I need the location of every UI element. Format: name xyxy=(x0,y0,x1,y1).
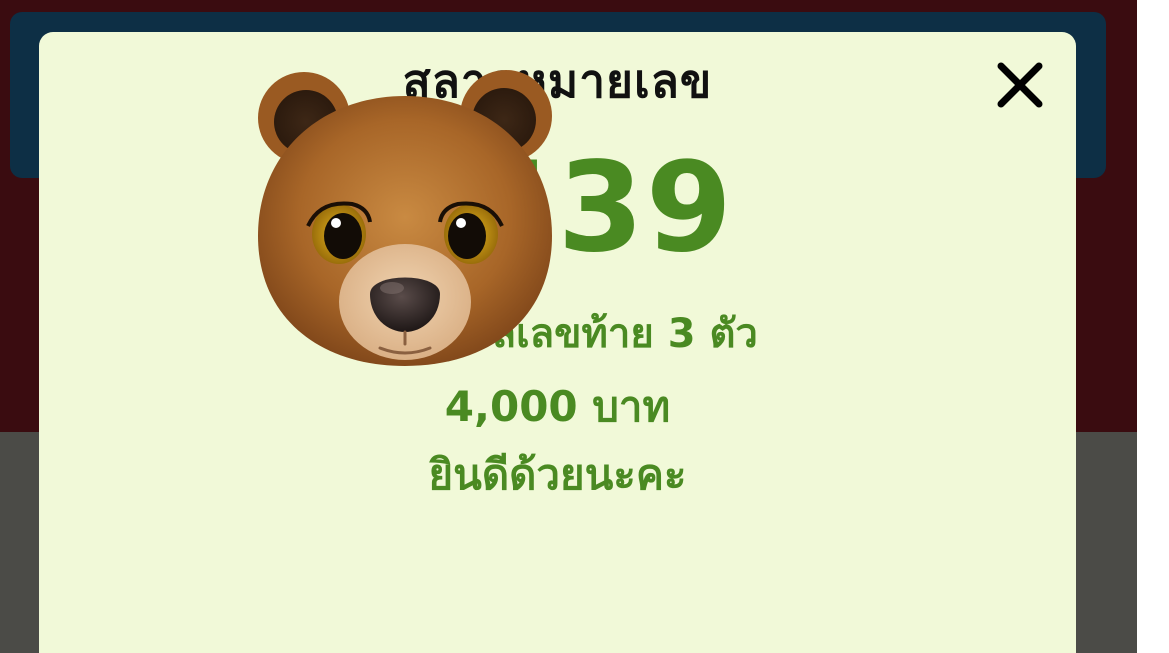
congratulations-text: ยินดีด้วยนะคะ xyxy=(428,450,687,499)
prize-amount: 4,000 บาท xyxy=(444,382,671,431)
bear-memoji-sticker xyxy=(258,70,552,366)
close-icon xyxy=(997,62,1043,108)
screen-edge-strip xyxy=(1137,0,1169,653)
close-button[interactable] xyxy=(992,58,1048,114)
